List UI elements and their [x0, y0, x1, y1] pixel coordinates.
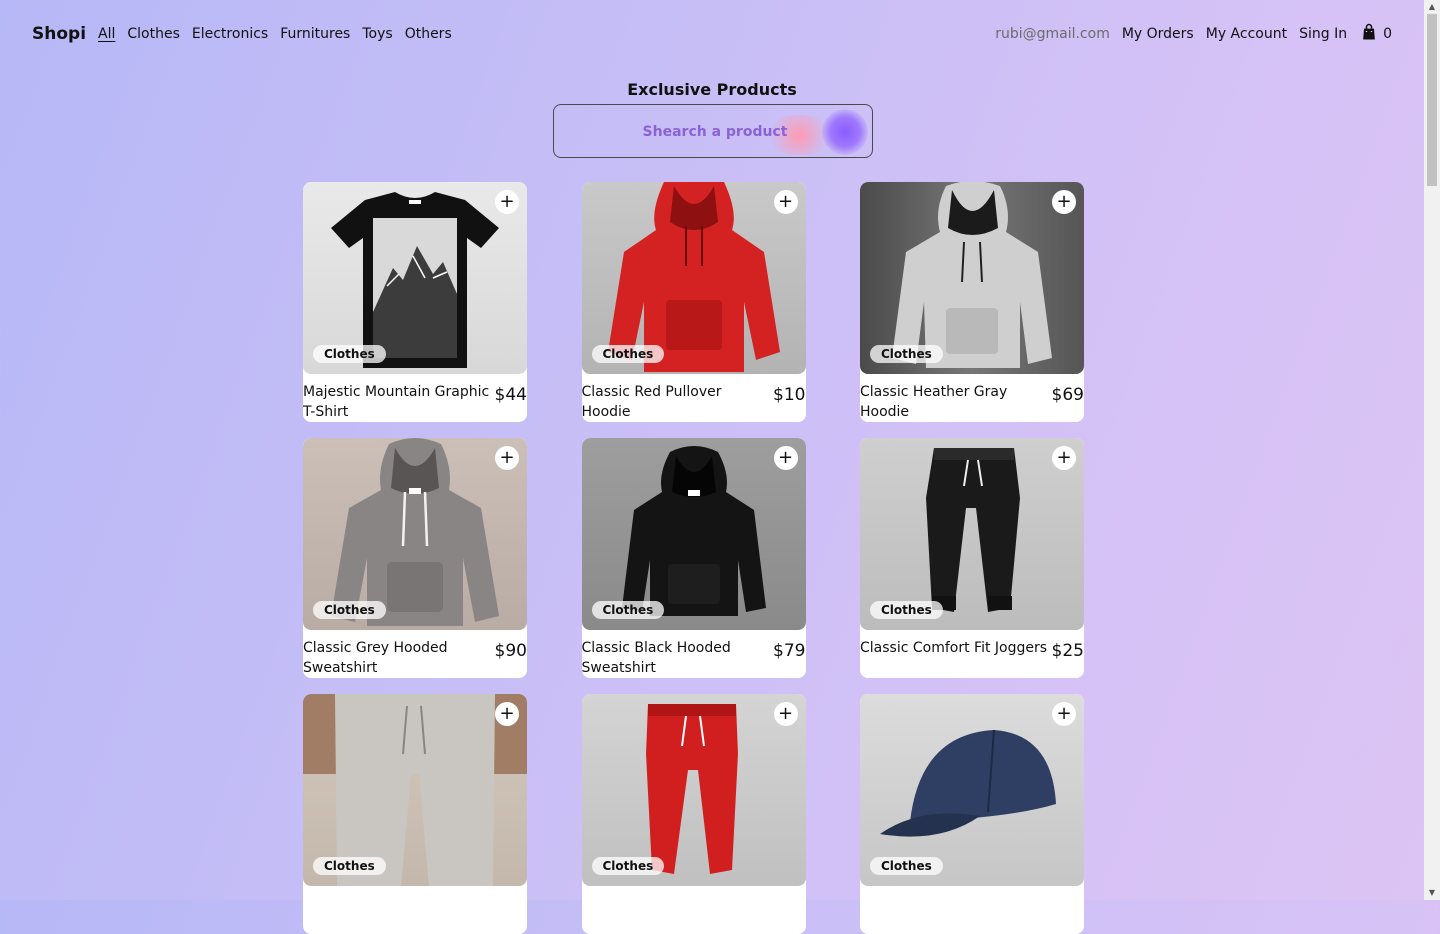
product-image: + Clothes	[860, 694, 1084, 886]
user-email: rubi@gmail.com	[995, 26, 1110, 42]
product-card[interactable]: + Clothes	[860, 694, 1084, 934]
nav-right: rubi@gmail.com My Orders My Account Sing…	[995, 22, 1392, 46]
product-price: $10	[773, 385, 806, 405]
product-price: $90	[494, 641, 527, 661]
cart-count: 0	[1383, 26, 1392, 42]
product-grid: + Clothes Majestic Mountain Graphic T-Sh…	[303, 182, 1084, 934]
product-name: Classic Grey Hooded Sweatshirt	[303, 640, 448, 676]
scroll-up-arrow-icon[interactable]: ▲	[1424, 0, 1440, 14]
nav-category-clothes[interactable]: Clothes	[127, 26, 180, 42]
category-badge: Clothes	[591, 857, 665, 875]
product-price: $25	[1051, 641, 1084, 661]
my-account-link[interactable]: My Account	[1206, 26, 1287, 42]
nav-category-others[interactable]: Others	[405, 26, 452, 42]
add-to-cart-button[interactable]: +	[1052, 190, 1076, 214]
product-price: $44	[494, 385, 527, 405]
category-badge: Clothes	[313, 857, 386, 875]
category-badge: Clothes	[591, 345, 665, 363]
add-to-cart-button[interactable]: +	[773, 702, 798, 726]
product-name: Majestic Mountain Graphic T-Shirt	[303, 384, 490, 420]
scrollbar-thumb[interactable]	[1427, 14, 1437, 186]
cart-button[interactable]: 0	[1359, 22, 1392, 46]
product-image: + Clothes	[860, 182, 1084, 374]
product-name: Classic Red Pullover Hoodie	[581, 384, 722, 420]
nav-category-electronics[interactable]: Electronics	[192, 26, 268, 42]
sign-in-link[interactable]: Sing In	[1299, 26, 1347, 42]
product-card[interactable]: + Clothes	[581, 694, 806, 934]
category-badge: Clothes	[313, 601, 386, 619]
product-name: Classic Black Hooded Sweatshirt	[581, 640, 731, 676]
search-input[interactable]	[554, 105, 872, 157]
category-badge: Clothes	[870, 601, 943, 619]
product-price: $69	[1051, 385, 1084, 405]
category-badge: Clothes	[313, 345, 386, 363]
product-image: + Clothes	[860, 438, 1084, 630]
product-card[interactable]: + Clothes	[303, 694, 527, 934]
product-image: + Clothes	[303, 438, 527, 630]
search-box	[553, 104, 873, 158]
product-price: $79	[773, 641, 806, 661]
add-to-cart-button[interactable]: +	[773, 446, 798, 470]
add-to-cart-button[interactable]: +	[1052, 702, 1076, 726]
nav-category-all[interactable]: All	[98, 26, 115, 42]
nav-category-toys[interactable]: Toys	[362, 26, 392, 42]
vertical-scrollbar[interactable]: ▲ ▼	[1424, 0, 1440, 900]
my-orders-link[interactable]: My Orders	[1122, 26, 1194, 42]
product-card[interactable]: + Clothes Classic Heather Gray Hoodie $6…	[860, 182, 1084, 422]
product-image: + Clothes	[303, 182, 527, 374]
product-image: + Clothes	[581, 694, 806, 886]
product-name: Classic Comfort Fit Joggers	[860, 640, 1048, 656]
navbar: Shopi All Clothes Electronics Furnitures…	[0, 0, 1424, 68]
product-card[interactable]: + Clothes Classic Grey Hooded Sweatshirt…	[303, 438, 527, 678]
add-to-cart-button[interactable]: +	[773, 190, 798, 214]
add-to-cart-button[interactable]: +	[495, 190, 519, 214]
product-card[interactable]: + Clothes Majestic Mountain Graphic T-Sh…	[303, 182, 527, 422]
category-badge: Clothes	[870, 857, 943, 875]
product-image: + Clothes	[581, 182, 806, 374]
brand-logo[interactable]: Shopi	[32, 24, 86, 44]
category-badge: Clothes	[591, 601, 665, 619]
product-image: + Clothes	[581, 438, 806, 630]
add-to-cart-button[interactable]: +	[495, 702, 519, 726]
product-card[interactable]: + Clothes Classic Black Hooded Sweatshir…	[581, 438, 806, 678]
product-card[interactable]: + Clothes Classic Comfort Fit Joggers $2…	[860, 438, 1084, 678]
nav-left: Shopi All Clothes Electronics Furnitures…	[32, 24, 452, 44]
shopping-bag-icon	[1359, 22, 1379, 46]
product-card[interactable]: + Clothes Classic Red Pullover Hoodie $1…	[581, 182, 806, 422]
page-title: Exclusive Products	[627, 80, 797, 99]
product-name: Classic Heather Gray Hoodie	[860, 384, 1008, 420]
product-image: + Clothes	[303, 694, 527, 886]
add-to-cart-button[interactable]: +	[495, 446, 519, 470]
scroll-down-arrow-icon[interactable]: ▼	[1424, 886, 1440, 900]
nav-category-furnitures[interactable]: Furnitures	[280, 26, 350, 42]
category-badge: Clothes	[870, 345, 943, 363]
add-to-cart-button[interactable]: +	[1052, 446, 1076, 470]
